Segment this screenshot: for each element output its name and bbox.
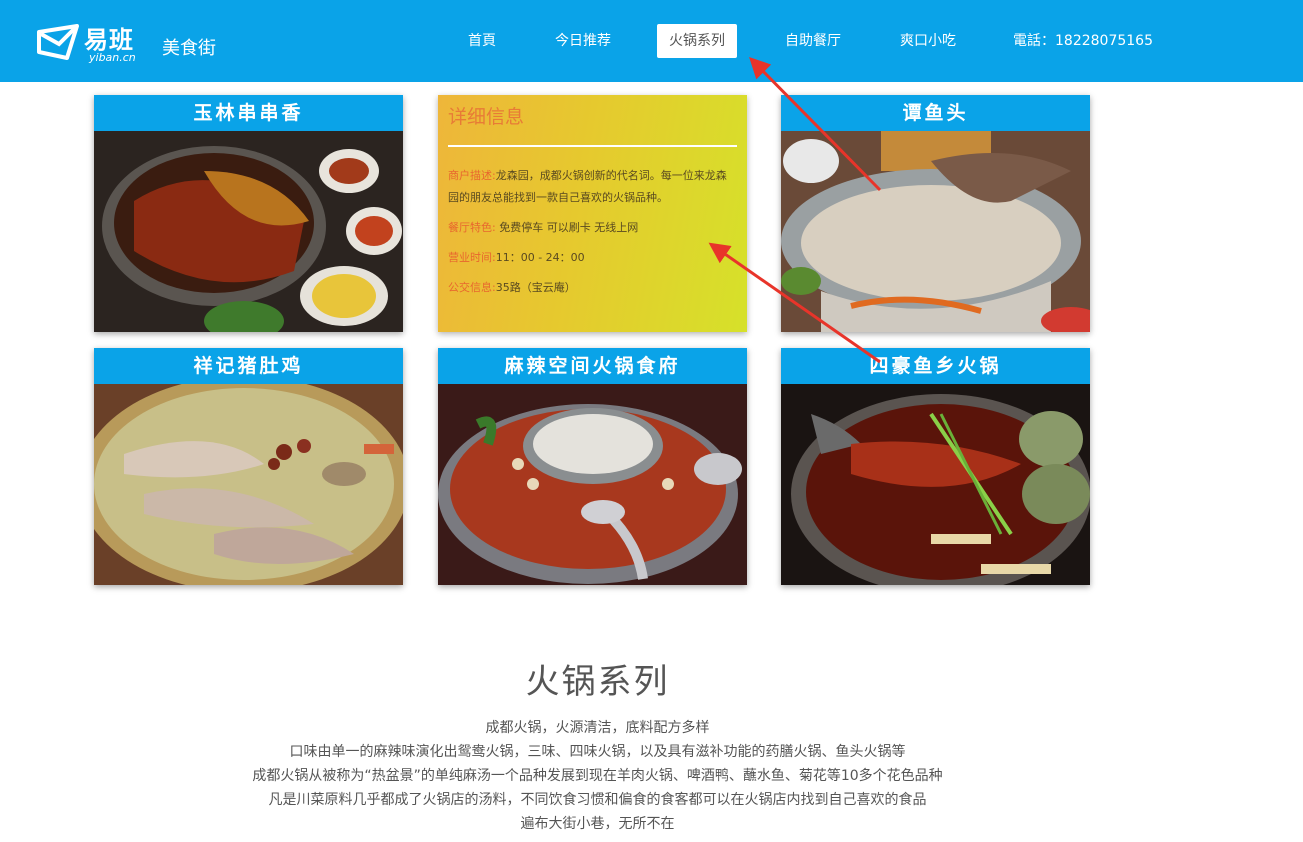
detail-hours: 营业时间:11：00 - 24：00: [448, 247, 737, 269]
card-image: [781, 384, 1090, 585]
card-title: 麻辣空间火锅食府: [438, 348, 747, 384]
detail-divider: [448, 145, 737, 147]
logo-text-en: yiban.cn: [89, 51, 136, 64]
card-image: [438, 384, 747, 585]
restaurant-card[interactable]: 玉林串串香: [94, 95, 403, 332]
card-title: 玉林串串香: [94, 95, 403, 131]
nav-today-recommend[interactable]: 今日推荐: [553, 24, 613, 58]
description-line: 成都火锅从被称为“热盆景”的单纯麻汤一个品种发展到现在羊肉火锅、啤酒鸭、蘸水鱼、…: [252, 768, 943, 784]
yiban-logo[interactable]: 易班 yiban.cn: [37, 20, 147, 66]
section-title: 火锅系列: [525, 662, 670, 702]
nav-snacks[interactable]: 爽口小吃: [898, 24, 958, 58]
site-name: 美食街: [162, 38, 216, 59]
description-line: 成都火锅，火源清洁，底料配方多样: [485, 720, 710, 736]
logo-text-cn: 易班: [84, 26, 134, 54]
detail-description: 商户描述:龙森园，成都火锅创新的代名词。每一位来龙森园的朋友总能找到一款自己喜欢…: [448, 165, 737, 209]
section-description: 成都火锅，火源清洁，底料配方多样 口味由单一的麻辣味演化出鸳鸯火锅，三味、四味火…: [0, 716, 1195, 836]
detail-transit: 公交信息:35路（宝云庵）: [448, 277, 737, 299]
description-line: 遍布大街小巷，无所不在: [520, 816, 675, 832]
nav-phone[interactable]: 電話：18228075165: [1013, 24, 1153, 58]
restaurant-card[interactable]: 四豪鱼乡火锅: [781, 348, 1090, 585]
yiban-logo-icon: [37, 24, 79, 60]
description-line: 凡是川菜原料几乎都成了火锅店的汤料，不同饮食习惯和偏食的食客都可以在火锅店内找到…: [268, 792, 927, 808]
card-title: 祥记猪肚鸡: [94, 348, 403, 384]
detail-title: 详细信息: [448, 106, 525, 128]
restaurant-card[interactable]: 麻辣空间火锅食府: [438, 348, 747, 585]
top-navbar: 易班 yiban.cn 美食街 首頁 今日推荐 火锅系列 自助餐厅 爽口小吃 電…: [0, 0, 1303, 82]
detail-info-card: 详细信息 商户描述:龙森园，成都火锅创新的代名词。每一位来龙森园的朋友总能找到一…: [438, 95, 747, 332]
card-image: [94, 384, 403, 585]
nav-buffet[interactable]: 自助餐厅: [783, 24, 843, 58]
restaurant-card[interactable]: 谭鱼头: [781, 95, 1090, 332]
detail-features: 餐厅特色: 免费停车 可以刷卡 无线上网: [448, 217, 737, 239]
restaurant-card[interactable]: 祥记猪肚鸡: [94, 348, 403, 585]
detail-value: 免费停车 可以刷卡 无线上网: [495, 221, 639, 234]
card-title: 四豪鱼乡火锅: [781, 348, 1090, 384]
detail-key: 餐厅特色:: [448, 221, 496, 234]
detail-value: 11：00 - 24：00: [495, 251, 585, 264]
nav-hotpot-series[interactable]: 火锅系列: [657, 24, 737, 58]
card-title: 谭鱼头: [781, 95, 1090, 131]
description-line: 口味由单一的麻辣味演化出鸳鸯火锅，三味、四味火锅，以及具有滋补功能的药膳火锅、鱼…: [289, 744, 906, 760]
nav-home[interactable]: 首頁: [466, 24, 498, 58]
card-image: [94, 131, 403, 332]
detail-value: 35路（宝云庵）: [495, 281, 576, 294]
card-image: [781, 131, 1090, 332]
detail-key: 公交信息:: [448, 281, 496, 294]
detail-key: 营业时间:: [448, 251, 496, 264]
detail-key: 商户描述:: [448, 169, 496, 182]
